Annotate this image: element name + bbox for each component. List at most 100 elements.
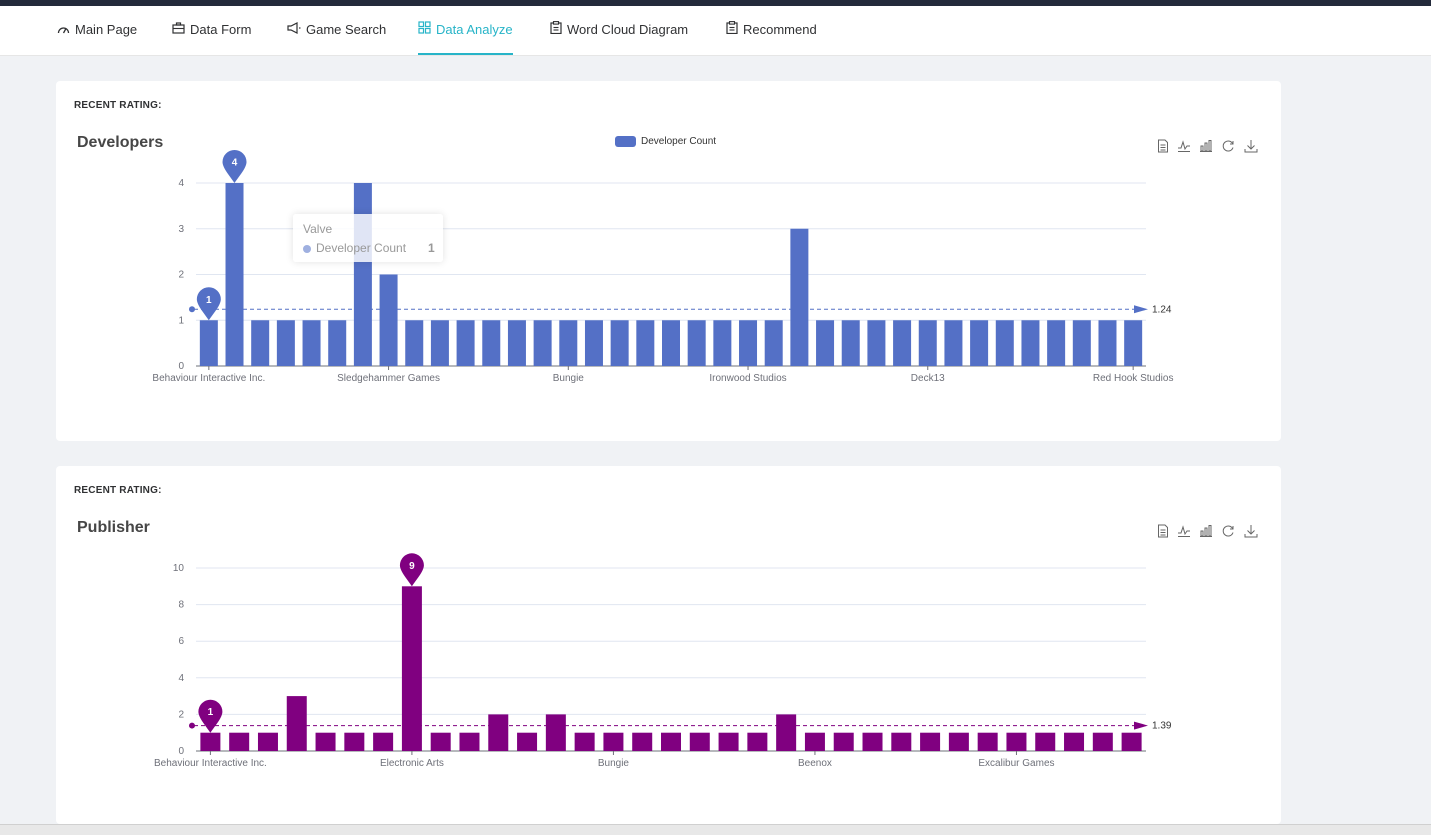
- bar: [353, 183, 372, 366]
- bar: [1072, 320, 1091, 366]
- bar: [687, 320, 706, 366]
- y-tick-label: 0: [178, 746, 184, 757]
- x-tick-label: Excalibur Games: [978, 758, 1054, 769]
- nav-label: Data Analyze: [436, 22, 513, 37]
- max-markpoint-label: 9: [409, 561, 415, 572]
- x-tick-label: Ironwood Studios: [709, 373, 786, 384]
- bar: [804, 732, 825, 751]
- bar: [1098, 320, 1117, 366]
- x-tick-label: Bungie: [598, 758, 630, 769]
- bar: [636, 320, 655, 366]
- bar: [373, 732, 394, 751]
- x-tick-label: Sledgehammer Games: [337, 373, 440, 384]
- min-markpoint-label: 1: [206, 295, 212, 306]
- x-tick-label: Behaviour Interactive Inc.: [152, 373, 265, 384]
- nav-data-form[interactable]: Data Form: [172, 6, 251, 55]
- bar: [977, 732, 998, 751]
- bar: [718, 732, 739, 751]
- y-tick-label: 2: [178, 709, 184, 720]
- bar: [507, 320, 526, 366]
- bar: [1021, 320, 1040, 366]
- min-markpoint-label: 1: [208, 707, 214, 718]
- average-value-label: 1.24: [1152, 304, 1172, 315]
- bar: [610, 320, 629, 366]
- bar: [276, 320, 295, 366]
- bar: [661, 732, 681, 751]
- bar: [482, 320, 501, 366]
- x-tick-label: Electronic Arts: [380, 758, 444, 769]
- nav-label: Main Page: [75, 22, 138, 37]
- bar: [713, 320, 732, 366]
- bar: [790, 228, 809, 366]
- bar: [430, 732, 451, 751]
- developers-bar-chart: 0 1 2 3 4 Behaviour Interactive Inc. Sledgeham…: [152, 150, 1174, 384]
- bar: [1006, 732, 1027, 751]
- bottom-scrollbar: [0, 824, 1431, 835]
- bar: [918, 320, 937, 366]
- bar: [430, 320, 449, 366]
- bar: [862, 732, 883, 751]
- developers-card: RECENT RATING: Developers Developer Coun…: [56, 81, 1281, 441]
- tooltip-series-dot: [303, 245, 311, 253]
- bar: [1092, 732, 1113, 751]
- nav-recommend[interactable]: Recommend: [726, 6, 817, 55]
- bar: [517, 732, 538, 751]
- bar: [833, 732, 854, 751]
- bar: [920, 732, 941, 751]
- publisher-bar-chart: 0 2 4 6 8 10 Behaviour Interactive Inc. Electro…: [154, 553, 1172, 769]
- bar: [456, 320, 475, 366]
- bar: [1047, 320, 1066, 366]
- nav-data-analyze[interactable]: Data Analyze: [418, 6, 513, 55]
- bar: [841, 320, 860, 366]
- publisher-card: RECENT RATING: Publisher 0 2 4 6 8 10 Behaviou…: [56, 466, 1281, 824]
- nav-label: Data Form: [190, 22, 252, 37]
- y-tick-label: 4: [178, 178, 184, 189]
- bar: [533, 320, 552, 366]
- bar: [257, 732, 278, 751]
- bar: [867, 320, 886, 366]
- clipboard-icon: [550, 6, 562, 54]
- y-tick-label: 6: [178, 636, 184, 647]
- y-tick-label: 8: [178, 600, 184, 611]
- max-markpoint-label: 4: [232, 158, 238, 169]
- y-tick-label: 2: [178, 270, 184, 281]
- bar: [344, 732, 365, 751]
- bar: [764, 320, 783, 366]
- bar: [632, 732, 653, 751]
- x-tick-label: Red Hook Studios: [1093, 373, 1174, 384]
- bar: [199, 320, 218, 366]
- clipboard-icon: [726, 6, 738, 54]
- bar: [995, 320, 1014, 366]
- y-tick-label: 3: [178, 224, 184, 235]
- nav-word-cloud[interactable]: Word Cloud Diagram: [550, 6, 688, 55]
- x-tick-label: Bungie: [553, 373, 585, 384]
- bar: [776, 714, 797, 751]
- bar: [948, 732, 969, 751]
- main-nav: Main Page Data Form Game Search Data Ana…: [0, 6, 1431, 56]
- bar: [379, 274, 398, 366]
- bar: [689, 732, 710, 751]
- bar: [200, 732, 221, 751]
- bar: [328, 320, 347, 366]
- bar: [1035, 732, 1056, 751]
- bar: [1124, 320, 1143, 366]
- nav-label: Game Search: [306, 22, 387, 37]
- bar: [1064, 732, 1085, 751]
- bar: [662, 320, 680, 366]
- bar: [1121, 732, 1142, 751]
- bar: [739, 320, 758, 366]
- bar: [251, 320, 270, 366]
- bar: [891, 732, 912, 751]
- bar: [459, 732, 480, 751]
- bar: [488, 714, 509, 751]
- nav-main-page[interactable]: Main Page: [57, 6, 137, 55]
- x-tick-label: Beenox: [798, 758, 832, 769]
- bar: [401, 586, 422, 751]
- nav-game-search[interactable]: Game Search: [287, 6, 386, 55]
- bar: [747, 732, 768, 751]
- x-tick-label: Deck13: [911, 373, 945, 384]
- bar: [302, 320, 321, 366]
- bar: [893, 320, 912, 366]
- bar: [559, 320, 578, 366]
- y-tick-label: 0: [178, 361, 184, 372]
